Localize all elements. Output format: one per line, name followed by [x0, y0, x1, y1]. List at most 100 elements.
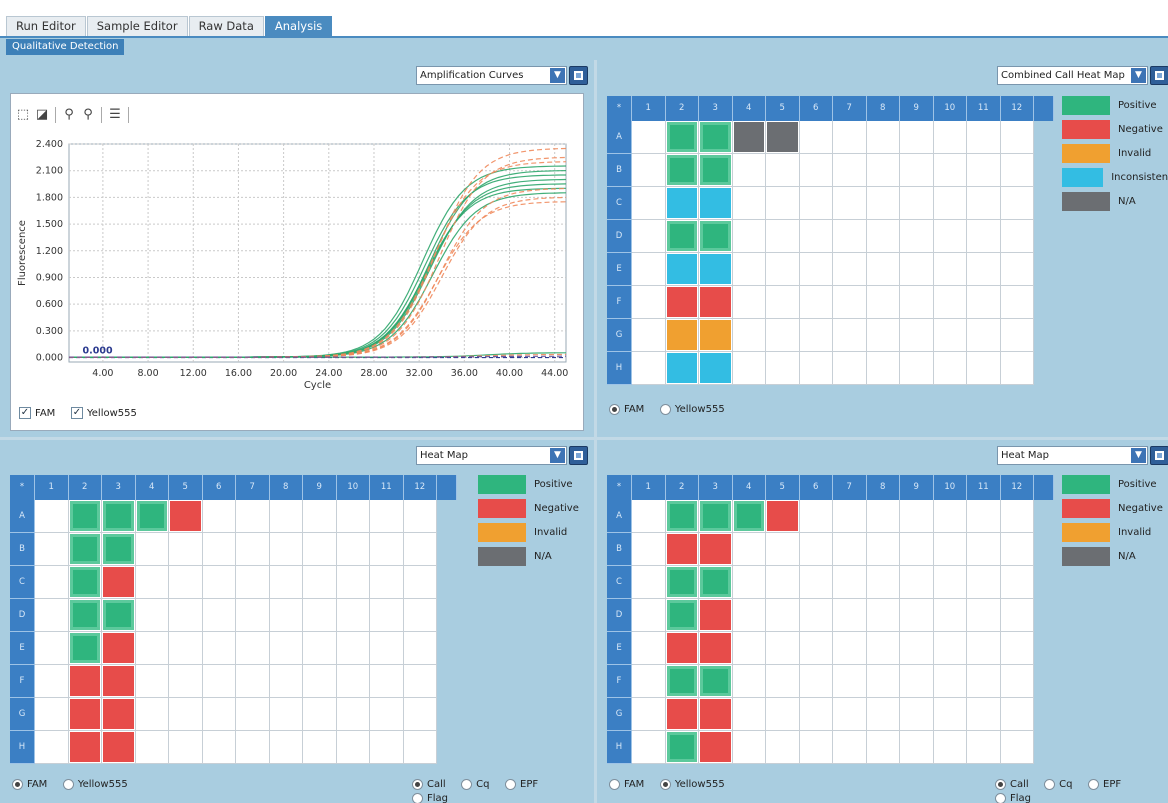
maximize-button[interactable]: [1150, 66, 1168, 85]
well-D11[interactable]: [967, 220, 1001, 253]
well-C3[interactable]: [102, 566, 136, 599]
well-B4[interactable]: [732, 154, 766, 187]
well-D9[interactable]: [900, 599, 934, 632]
well-H1[interactable]: [632, 731, 666, 764]
well-B4[interactable]: [732, 533, 766, 566]
well-A11[interactable]: [967, 121, 1001, 154]
call-radio[interactable]: Call: [995, 779, 1029, 790]
well-B8[interactable]: [866, 154, 900, 187]
well-E7[interactable]: [833, 632, 867, 665]
radio-dot[interactable]: [412, 779, 423, 790]
epf-radio[interactable]: EPF: [1088, 779, 1121, 790]
well-F2[interactable]: [665, 286, 699, 319]
well-G10[interactable]: [336, 698, 370, 731]
well-A3[interactable]: [699, 121, 733, 154]
well-D2[interactable]: [665, 220, 699, 253]
well-A10[interactable]: [336, 500, 370, 533]
well-A4[interactable]: [732, 121, 766, 154]
well-F11[interactable]: [967, 286, 1001, 319]
well-E5[interactable]: [766, 253, 800, 286]
well-F3[interactable]: [699, 286, 733, 319]
column-header[interactable]: 4: [135, 475, 169, 500]
well-G9[interactable]: [900, 698, 934, 731]
well-C3[interactable]: [699, 566, 733, 599]
well-H10[interactable]: [336, 731, 370, 764]
well-B6[interactable]: [799, 154, 833, 187]
column-header[interactable]: 11: [967, 96, 1001, 121]
well-F10[interactable]: [336, 665, 370, 698]
well-H10[interactable]: [933, 352, 967, 385]
well-E7[interactable]: [236, 632, 270, 665]
well-F7[interactable]: [833, 665, 867, 698]
well-G1[interactable]: [35, 698, 69, 731]
well-F8[interactable]: [866, 286, 900, 319]
well-F9[interactable]: [303, 665, 337, 698]
well-D11[interactable]: [370, 599, 404, 632]
well-C7[interactable]: [833, 566, 867, 599]
combined-map-dropdown[interactable]: Combined Call Heat Map ▼: [997, 66, 1148, 85]
chart-type-dropdown[interactable]: Amplification Curves ▼: [416, 66, 567, 85]
well-H12[interactable]: [403, 731, 437, 764]
row-header[interactable]: G: [607, 698, 632, 731]
well-E2[interactable]: [68, 632, 102, 665]
well-D5[interactable]: [169, 599, 203, 632]
well-G11[interactable]: [967, 319, 1001, 352]
row-header[interactable]: B: [607, 154, 632, 187]
cq-radio[interactable]: Cq: [1044, 779, 1073, 790]
well-G11[interactable]: [967, 698, 1001, 731]
well-F4[interactable]: [732, 286, 766, 319]
row-header[interactable]: D: [607, 599, 632, 632]
well-E3[interactable]: [699, 253, 733, 286]
column-header[interactable]: 5: [169, 475, 203, 500]
well-B2[interactable]: [68, 533, 102, 566]
well-E9[interactable]: [900, 632, 934, 665]
radio-dot[interactable]: [505, 779, 517, 790]
column-header[interactable]: 7: [833, 475, 867, 500]
well-C6[interactable]: [799, 566, 833, 599]
well-D6[interactable]: [799, 220, 833, 253]
well-G4[interactable]: [732, 319, 766, 352]
select-tool-icon[interactable]: ⬚: [15, 107, 31, 123]
chevron-down-icon[interactable]: ▼: [1131, 68, 1146, 83]
well-E11[interactable]: [370, 632, 404, 665]
tab-sample-editor[interactable]: Sample Editor: [86, 16, 188, 36]
column-header[interactable]: 8: [269, 475, 303, 500]
well-D5[interactable]: [766, 220, 800, 253]
well-D6[interactable]: [799, 599, 833, 632]
well-H4[interactable]: [732, 352, 766, 385]
well-A6[interactable]: [799, 121, 833, 154]
well-H10[interactable]: [933, 731, 967, 764]
yellow555-radio[interactable]: Yellow555: [659, 779, 725, 790]
well-F10[interactable]: [933, 286, 967, 319]
well-F11[interactable]: [967, 665, 1001, 698]
well-B3[interactable]: [102, 533, 136, 566]
well-D10[interactable]: [933, 599, 967, 632]
zoom-in-icon[interactable]: ⚲: [61, 107, 77, 123]
well-G6[interactable]: [799, 319, 833, 352]
well-G1[interactable]: [632, 698, 666, 731]
legend-icon[interactable]: ☰: [107, 107, 123, 123]
radio-dot[interactable]: [62, 779, 74, 790]
row-header[interactable]: F: [607, 286, 632, 319]
well-C12[interactable]: [1000, 187, 1034, 220]
well-G6[interactable]: [799, 698, 833, 731]
well-F8[interactable]: [269, 665, 303, 698]
well-D2[interactable]: [68, 599, 102, 632]
well-G8[interactable]: [866, 319, 900, 352]
well-C8[interactable]: [866, 187, 900, 220]
radio-dot[interactable]: [12, 779, 23, 790]
column-header[interactable]: 11: [370, 475, 404, 500]
call-radio[interactable]: Call: [412, 779, 446, 790]
chevron-down-icon[interactable]: ▼: [550, 448, 565, 463]
well-G5[interactable]: [766, 698, 800, 731]
well-A12[interactable]: [403, 500, 437, 533]
well-C2[interactable]: [665, 187, 699, 220]
well-E1[interactable]: [632, 632, 666, 665]
well-B11[interactable]: [967, 533, 1001, 566]
well-E8[interactable]: [866, 632, 900, 665]
heatmap-left-dropdown[interactable]: Heat Map ▼: [416, 446, 567, 465]
well-B5[interactable]: [766, 533, 800, 566]
well-A11[interactable]: [370, 500, 404, 533]
row-header[interactable]: H: [607, 731, 632, 764]
row-header[interactable]: D: [607, 220, 632, 253]
